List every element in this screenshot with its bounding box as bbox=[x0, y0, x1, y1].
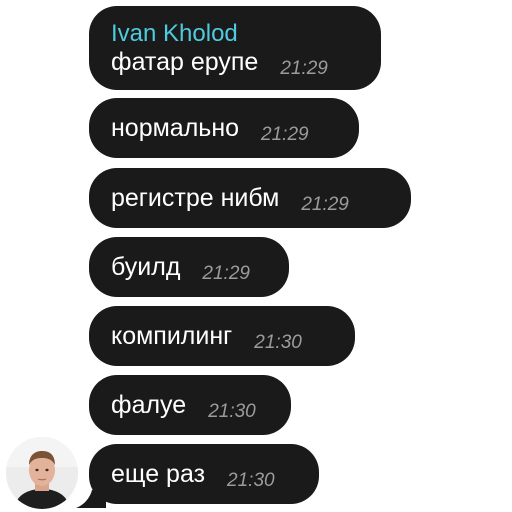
message-bubble[interactable]: фалуе 21:30 bbox=[89, 375, 291, 435]
message-time: 21:29 bbox=[301, 193, 349, 215]
message-text: компилинг bbox=[111, 321, 233, 350]
message-bubble[interactable]: буилд 21:29 bbox=[89, 237, 289, 297]
message-bubble[interactable]: Ivan Kholod фатар ерупе 21:29 bbox=[89, 6, 381, 90]
message-text: еще раз bbox=[111, 459, 206, 488]
user-avatar-icon bbox=[6, 437, 78, 509]
message-time: 21:30 bbox=[208, 400, 256, 422]
bubble-tail-icon bbox=[76, 490, 106, 508]
message-bubble[interactable]: еще раз 21:30 bbox=[89, 444, 319, 504]
message-time: 21:29 bbox=[280, 57, 328, 79]
message-bubble[interactable]: регистре нибм 21:29 bbox=[89, 168, 411, 228]
message-text: фалуе bbox=[111, 390, 187, 419]
message-bubble[interactable]: компилинг 21:30 bbox=[89, 306, 355, 366]
message-time: 21:30 bbox=[254, 331, 302, 353]
message-time: 21:30 bbox=[227, 469, 275, 491]
message-author[interactable]: Ivan Kholod bbox=[111, 20, 238, 48]
message-time: 21:29 bbox=[261, 123, 309, 145]
message-text: нормально bbox=[111, 113, 240, 142]
message-time: 21:29 bbox=[202, 262, 250, 284]
avatar[interactable] bbox=[6, 437, 78, 509]
message-bubble[interactable]: нормально 21:29 bbox=[89, 98, 359, 158]
message-text: регистре нибм bbox=[111, 183, 280, 212]
message-text: фатар ерупе bbox=[111, 47, 259, 76]
message-text: буилд bbox=[111, 252, 181, 281]
